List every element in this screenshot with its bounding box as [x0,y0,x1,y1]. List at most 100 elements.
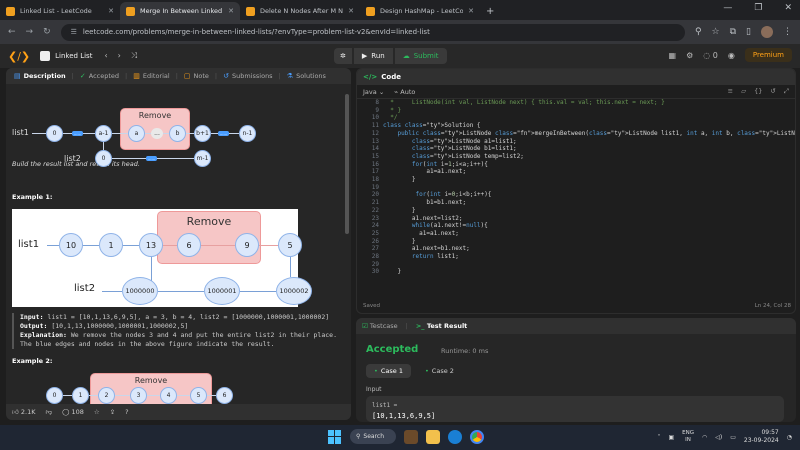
code-editor[interactable]: 8 * ListNode(int val, ListNode next) { t… [357,99,795,299]
braces-icon[interactable]: {} [754,87,762,96]
zoom-icon[interactable]: ⚲ [695,27,702,37]
close-icon[interactable]: ✕ [468,7,474,15]
chevron-up-icon[interactable]: ˄ [657,434,660,441]
bookmark-star-icon[interactable]: ☆ [712,27,720,37]
lock-icon: ⌁ [394,87,399,96]
system-tray: ˄ ▣ ENG IN ◠ ◁) ▭ 09:57 23-09-2024 ◔ [657,429,792,445]
auto-mode-toggle[interactable]: ⌁ Auto [394,88,415,96]
code-line: } [383,206,416,214]
case-1-tab[interactable]: • Case 1 [366,364,411,378]
leetcode-logo-icon[interactable]: ❮/❯ [8,50,30,63]
windows-start-icon[interactable] [328,429,342,444]
input-var-label: list1 = [372,402,398,409]
notification-icon[interactable]: ◔ [787,434,792,441]
test-result-panel: ☑ Testcase | >_ Test Result Accepted Run… [356,318,796,422]
browser-tab-2[interactable]: Merge In Between Linked Lists ✕ [120,2,240,20]
help-icon[interactable]: ? [125,408,128,416]
list-node: 6 [177,233,201,257]
new-tab-button[interactable]: + [486,6,494,17]
comments-button[interactable]: ◯ 108 [62,408,84,416]
checkbox-icon: ☑ [362,322,368,330]
menu-dots-icon[interactable]: ⋮ [783,27,792,37]
bookmark-icon[interactable]: ▱ [741,87,746,96]
tab-test-result[interactable]: >_ Test Result [416,322,467,330]
clock[interactable]: 09:57 23-09-2024 [744,429,779,445]
reset-icon[interactable]: ↺ [770,87,775,96]
chrome-icon[interactable] [470,429,484,444]
app-tray-icon[interactable]: ▣ [668,434,674,441]
reload-icon[interactable]: ↻ [43,27,51,37]
premium-button[interactable]: Premium [744,48,792,62]
problem-list-button[interactable]: Linked List [40,51,92,61]
close-icon[interactable]: ✕ [348,7,354,15]
code-line: a1.next=list2; [383,214,463,222]
prev-problem-icon[interactable]: ‹ [104,51,107,61]
url-field[interactable]: ☰ leetcode.com/problems/merge-in-between… [60,23,685,41]
input-box: list1 = [10,1,13,6,9,5] [366,396,784,422]
example-1-io: Input: list1 = [10,1,13,6,9,5], a = 3, b… [12,313,340,349]
layout-icon[interactable]: ▦ [669,51,677,60]
line-number: 16 [371,160,379,168]
test-tabs: ☑ Testcase | >_ Test Result [356,318,796,334]
tab-solutions[interactable]: ⚗ Solutions [283,72,330,80]
back-icon[interactable]: ← [8,27,16,37]
streak-counter[interactable]: ◌ 0 [703,51,718,60]
next-problem-icon[interactable]: › [118,51,121,61]
tab-accepted[interactable]: ✓ Accepted [76,72,123,80]
tab-testcase[interactable]: ☑ Testcase [362,322,398,330]
description-tabs: ▤ Description | ✓ Accepted | ▥ Editorial | … [6,68,351,84]
extensions-icon[interactable]: ⧉ [730,27,736,37]
tab-note[interactable]: ▢ Note [180,72,213,80]
settings-icon[interactable]: ⚙ [686,51,693,60]
tab-title: Design HashMap - LeetCode [380,7,464,15]
taskbar-search[interactable]: ⚲ Search [350,429,396,444]
tab-description[interactable]: ▤ Description [10,72,70,80]
tab-submissions[interactable]: ↺ Submissions [219,72,276,80]
debug-button[interactable]: ✲ [334,48,352,64]
edge-icon[interactable] [448,429,462,444]
case-2-tab[interactable]: • Case 2 [417,364,462,378]
close-icon[interactable]: ✕ [228,7,234,15]
battery-icon[interactable]: ▭ [730,434,736,441]
volume-icon[interactable]: ◁) [715,434,722,441]
history-icon: ↺ [223,72,229,80]
list-node: 1000000 [122,277,158,305]
fullscreen-icon[interactable]: ⤢ [784,87,789,96]
merge-diagram: Remove list1 list2 0 ...... a-1 a ... b … [12,84,340,167]
browser-tab-3[interactable]: Delete N Nodes After M Nodes ✕ [240,2,360,20]
maximize-icon[interactable]: ❐ [754,3,762,13]
format-icon[interactable]: ≡ [728,87,733,96]
close-icon[interactable]: ✕ [108,7,114,15]
like-button[interactable]: 👍︎ 2.1K [12,408,35,416]
description-scrollbar[interactable] [345,94,349,234]
forward-icon[interactable]: → [26,27,34,37]
code-line: public class="ty">ListNode class="fn">me… [397,129,795,137]
share-icon[interactable]: ⇪ [110,408,115,416]
wifi-icon[interactable]: ◠ [702,434,707,441]
upload-icon: ☁ [402,52,410,60]
chevron-down-icon: ⌄ [378,87,385,96]
favorite-icon[interactable]: ☆ [94,408,100,416]
run-button[interactable]: ▶ Run [353,48,393,64]
example-1-output: [10,1,13,1000000,1000001,1000002,5] [51,322,189,330]
profile-avatar[interactable] [761,26,773,38]
code-icon: </> [363,73,378,81]
dislike-button[interactable]: 👎︎ [45,408,52,416]
language-select[interactable]: Java ⌄ [363,88,384,96]
sidebar-icon[interactable]: ▯ [746,27,751,37]
minimize-icon[interactable]: — [723,3,732,13]
submit-button[interactable]: ☁ Submit [394,48,447,64]
task-view-icon[interactable] [404,429,418,444]
tab-editorial[interactable]: ▥ Editorial [129,72,173,80]
browser-tab-1[interactable]: Linked List - LeetCode ✕ [0,2,120,20]
shuffle-icon[interactable]: ⤨ [131,51,137,61]
site-info-icon[interactable]: ☰ [71,28,77,36]
close-window-icon[interactable]: ✕ [784,3,792,13]
ellipsis-edge: ...... [218,131,229,136]
browser-tab-4[interactable]: Design HashMap - LeetCode ✕ [360,2,480,20]
line-number: 15 [371,152,379,160]
user-avatar[interactable]: ◉ [728,51,735,60]
list-icon [40,51,51,61]
language-indicator[interactable]: ENG IN [682,430,694,444]
file-explorer-icon[interactable] [426,429,440,444]
